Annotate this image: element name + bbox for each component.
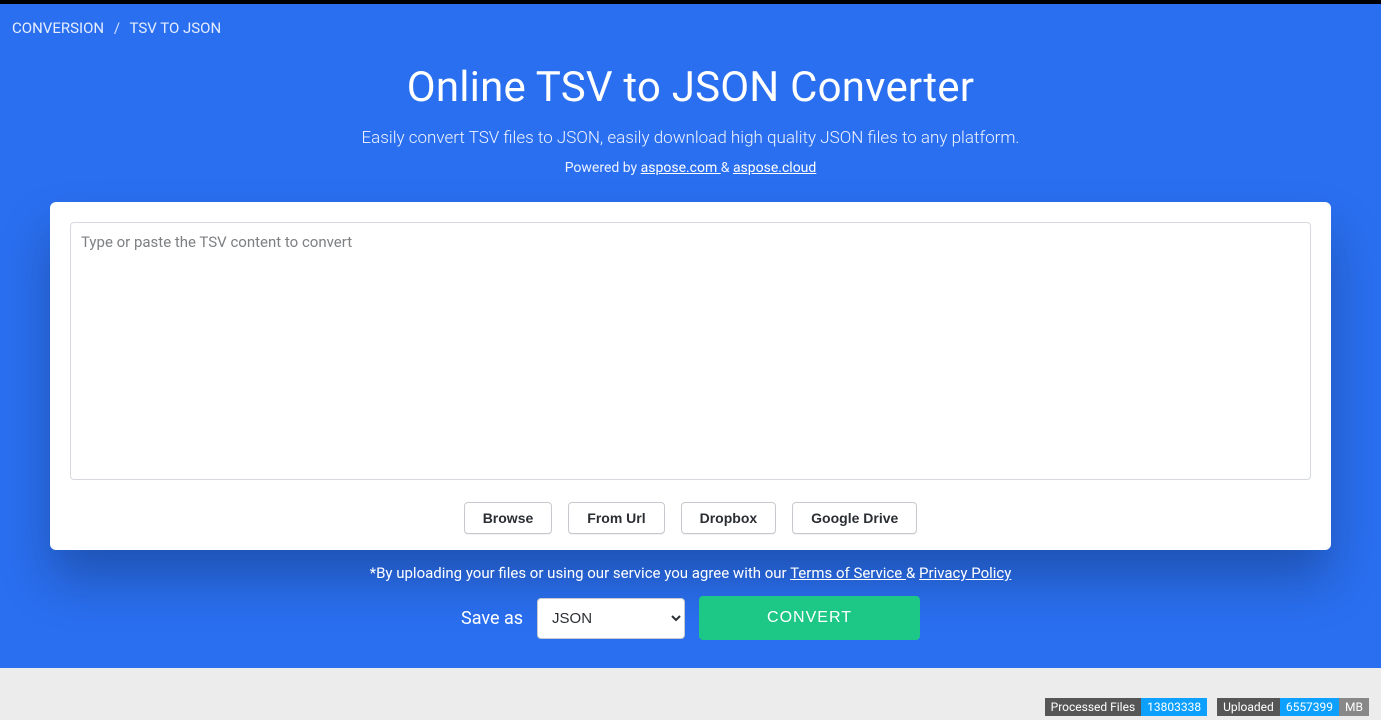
hero-section: Online TSV to JSON Converter Easily conv… [0,47,1381,184]
terms-of-service-link[interactable]: Terms of Service [790,564,906,582]
policy-prefix: *By uploading your files or using our se… [370,564,790,582]
processed-files-value: 13803338 [1141,698,1207,716]
page-subtitle: Easily convert TSV files to JSON, easily… [20,128,1361,148]
tsv-content-textarea[interactable] [70,222,1311,480]
breadcrumb: CONVERSION / TSV TO JSON [0,4,1381,47]
breadcrumb-separator: / [114,19,120,37]
upload-card: Browse From Url Dropbox Google Drive [50,202,1331,550]
processed-files-stat: Processed Files 13803338 [1045,698,1207,716]
powered-amp: & [721,160,733,176]
uploaded-label: Uploaded [1217,698,1280,716]
powered-by-line: Powered by aspose.com & aspose.cloud [20,160,1361,176]
convert-button[interactable]: CONVERT [699,596,920,640]
saveas-label: Save as [461,608,523,629]
breadcrumb-current: TSV TO JSON [129,19,221,37]
breadcrumb-root-link[interactable]: CONVERSION [12,19,104,37]
textarea-wrap [70,222,1311,484]
privacy-policy-link[interactable]: Privacy Policy [919,564,1011,582]
google-drive-button[interactable]: Google Drive [792,502,917,534]
page-title: Online TSV to JSON Converter [20,63,1361,112]
browse-button[interactable]: Browse [464,502,553,534]
policy-line: *By uploading your files or using our se… [0,564,1381,582]
main-container: CONVERSION / TSV TO JSON Online TSV to J… [0,4,1381,668]
saveas-row: Save as JSON CONVERT [0,596,1381,640]
upload-buttons-row: Browse From Url Dropbox Google Drive [70,502,1311,534]
footer-stats-bar: Processed Files 13803338 Uploaded 655739… [0,668,1381,720]
from-url-button[interactable]: From Url [568,502,664,534]
powered-link-aspose-cloud[interactable]: aspose.cloud [733,160,816,176]
uploaded-value: 6557399 [1280,698,1339,716]
dropbox-button[interactable]: Dropbox [681,502,777,534]
powered-prefix: Powered by [565,160,641,176]
uploaded-stat: Uploaded 6557399 MB [1217,698,1369,716]
saveas-select[interactable]: JSON [537,598,685,639]
processed-files-label: Processed Files [1045,698,1142,716]
powered-link-aspose-com[interactable]: aspose.com [641,160,721,176]
policy-amp: & [906,564,919,582]
uploaded-unit: MB [1339,698,1369,716]
